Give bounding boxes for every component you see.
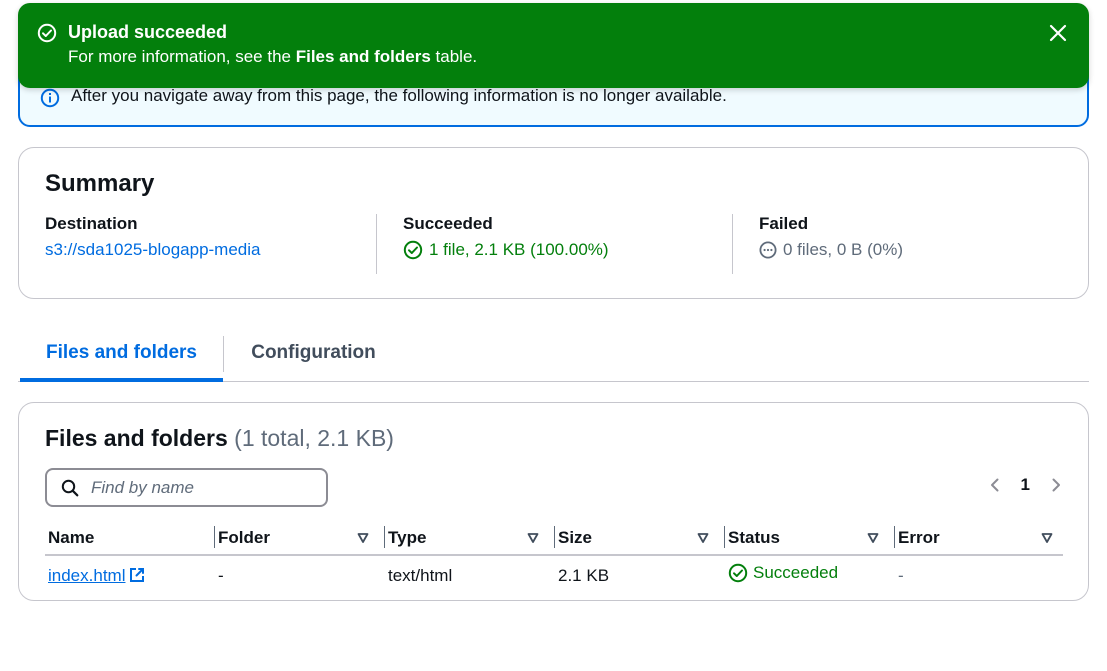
failed-value: 0 files, 0 B (0%) — [783, 240, 903, 259]
files-table: Name Folder Type Size Status Error index… — [45, 521, 1063, 595]
summary-card: Summary Destination s3://sda1025-blogapp… — [18, 147, 1089, 299]
column-header-type[interactable]: Type — [385, 521, 555, 556]
flash-message-bold: Files and folders — [295, 47, 431, 66]
destination-label: Destination — [45, 214, 138, 233]
column-label: Type — [388, 527, 427, 547]
summary-destination: Destination s3://sda1025-blogapp-media — [45, 214, 375, 274]
cell-type: text/html — [388, 565, 453, 585]
sort-caret-icon[interactable] — [867, 532, 879, 544]
success-check-icon — [403, 240, 423, 260]
pagination: 1 — [987, 475, 1064, 495]
flash-message-prefix: For more information, see the — [68, 47, 296, 66]
succeeded-value: 1 file, 2.1 KB (100.00%) — [429, 240, 609, 259]
file-name: index.html — [48, 565, 126, 585]
external-link-icon — [130, 567, 145, 582]
tab-bar: Files and folders Configuration — [18, 332, 1089, 382]
success-check-icon — [728, 563, 748, 583]
tab-configuration[interactable]: Configuration — [223, 336, 403, 372]
column-label: Folder — [218, 527, 270, 547]
cell-status: Succeeded — [725, 555, 895, 595]
success-flashbar: Upload succeeded For more information, s… — [18, 3, 1089, 88]
flash-message: For more information, see the Files and … — [68, 47, 477, 67]
summary-title: Summary — [45, 170, 155, 197]
column-label: Size — [558, 527, 593, 547]
failed-label: Failed — [759, 214, 809, 233]
cell-error: - — [898, 565, 904, 585]
sort-caret-icon[interactable] — [357, 532, 369, 544]
success-check-icon — [37, 23, 57, 43]
status-badge: Succeeded — [728, 563, 838, 583]
summary-succeeded: Succeeded 1 file, 2.1 KB (100.00%) — [376, 214, 732, 274]
cell-size: 2.1 KB — [558, 565, 610, 585]
column-label: Status — [728, 527, 780, 547]
files-title-text: Files and folders — [45, 425, 228, 451]
chevron-left-icon[interactable] — [987, 477, 1003, 493]
summary-failed: Failed 0 files, 0 B (0%) — [732, 214, 1062, 274]
search-box — [45, 468, 328, 507]
destination-link[interactable]: s3://sda1025-blogapp-media — [45, 240, 260, 260]
succeeded-label: Succeeded — [403, 214, 493, 233]
sort-caret-icon[interactable] — [1041, 532, 1053, 544]
tab-files-and-folders[interactable]: Files and folders — [20, 332, 223, 382]
column-label: Error — [898, 527, 940, 547]
column-header-name[interactable]: Name — [45, 521, 215, 556]
flash-message-suffix: table. — [430, 47, 478, 66]
cell-name: index.html — [45, 555, 215, 595]
column-header-error[interactable]: Error — [895, 521, 1063, 556]
pending-dots-icon — [759, 241, 777, 259]
column-label: Name — [48, 527, 95, 547]
sort-caret-icon[interactable] — [527, 532, 539, 544]
page-number[interactable]: 1 — [1021, 475, 1030, 495]
column-header-size[interactable]: Size — [555, 521, 725, 556]
flash-title: Upload succeeded — [68, 22, 228, 42]
search-input[interactable] — [91, 476, 316, 500]
file-link[interactable]: index.html — [48, 566, 146, 585]
close-icon[interactable] — [1047, 22, 1069, 44]
upload-status-page: After you navigate away from this page, … — [0, 0, 1107, 671]
column-header-folder[interactable]: Folder — [215, 521, 385, 556]
column-header-status[interactable]: Status — [725, 521, 895, 556]
search-icon — [61, 479, 79, 497]
table-row: index.html - text/html 2.1 KB Succeeded … — [45, 555, 1063, 595]
files-count: (1 total, 2.1 KB) — [234, 425, 394, 451]
status-text: Succeeded — [753, 563, 839, 582]
chevron-right-icon[interactable] — [1048, 477, 1064, 493]
files-and-folders-card: Files and folders (1 total, 2.1 KB) 1 — [18, 402, 1089, 601]
info-alert-text: After you navigate away from this page, … — [71, 86, 727, 105]
cell-folder: - — [218, 565, 224, 585]
sort-caret-icon[interactable] — [697, 532, 709, 544]
info-icon — [40, 88, 60, 108]
table-header-row: Name Folder Type Size Status Error — [45, 521, 1063, 556]
files-table-title: Files and folders (1 total, 2.1 KB) — [45, 425, 394, 452]
